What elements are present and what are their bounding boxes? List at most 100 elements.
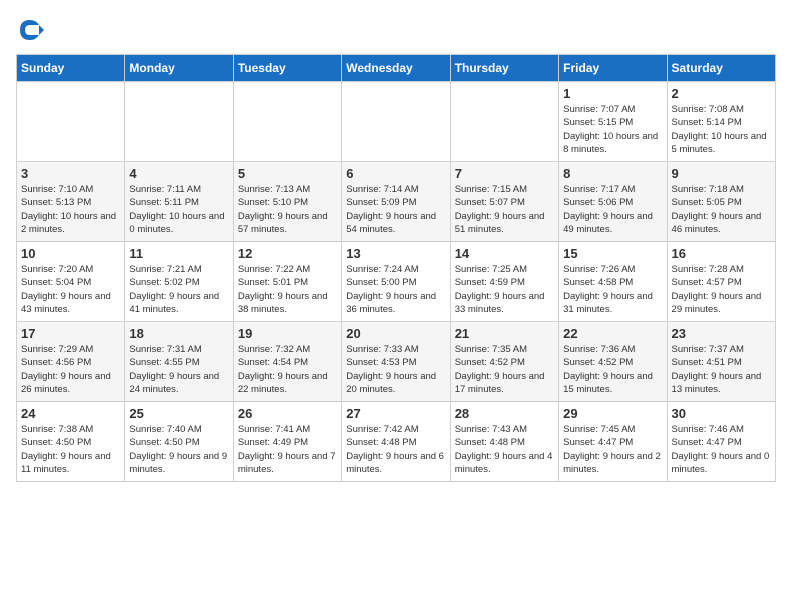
day-info: Sunrise: 7:15 AM Sunset: 5:07 PM Dayligh… [455,183,554,236]
day-number: 21 [455,326,554,341]
day-cell: 14 Sunrise: 7:25 AM Sunset: 4:59 PM Dayli… [450,242,558,322]
day-info: Sunrise: 7:11 AM Sunset: 5:11 PM Dayligh… [129,183,228,236]
day-cell: 12Sunrise: 7:22 AM Sunset: 5:01 PM Dayli… [233,242,341,322]
day-cell: 20 Sunrise: 7:33 AM Sunset: 4:53 PM Dayli… [342,322,450,402]
day-info: Sunrise: 7:08 AM Sunset: 5:14 PM Dayligh… [672,103,771,156]
day-number: 1 [563,86,662,101]
day-cell [125,82,233,162]
day-cell: 2 Sunrise: 7:08 AM Sunset: 5:14 PM Daylig… [667,82,775,162]
day-number: 3 [21,166,120,181]
day-number: 8 [563,166,662,181]
week-row-3: 10 Sunrise: 7:20 AM Sunset: 5:04 PM Dayli… [17,242,776,322]
day-info: Sunrise: 7:10 AM Sunset: 5:13 PM Dayligh… [21,183,120,236]
days-header-row: SundayMondayTuesdayWednesdayThursdayFrid… [17,55,776,82]
day-info: Sunrise: 7:32 AM Sunset: 4:54 PM Dayligh… [238,343,337,396]
day-cell: 25 Sunrise: 7:40 AM Sunset: 4:50 PM Dayli… [125,402,233,482]
day-cell: 27 Sunrise: 7:42 AM Sunset: 4:48 PM Dayli… [342,402,450,482]
day-cell [17,82,125,162]
day-cell [342,82,450,162]
day-info: Sunrise: 7:17 AM Sunset: 5:06 PM Dayligh… [563,183,662,236]
day-number: 26 [238,406,337,421]
day-cell: 9 Sunrise: 7:18 AM Sunset: 5:05 PM Daylig… [667,162,775,242]
day-info: Sunrise: 7:21 AM Sunset: 5:02 PM Dayligh… [129,263,228,316]
day-info: Sunrise: 7:31 AM Sunset: 4:55 PM Dayligh… [129,343,228,396]
day-info: Sunrise: 7:38 AM Sunset: 4:50 PM Dayligh… [21,423,120,476]
day-number: 19 [238,326,337,341]
day-cell: 30 Sunrise: 7:46 AM Sunset: 4:47 PM Dayli… [667,402,775,482]
day-number: 29 [563,406,662,421]
day-number: 24 [21,406,120,421]
day-number: 4 [129,166,228,181]
day-cell: 19 Sunrise: 7:32 AM Sunset: 4:54 PM Dayli… [233,322,341,402]
day-info: Sunrise: 7:40 AM Sunset: 4:50 PM Dayligh… [129,423,228,476]
day-header-monday: Monday [125,55,233,82]
day-cell: 11 Sunrise: 7:21 AM Sunset: 5:02 PM Dayli… [125,242,233,322]
day-cell: 29 Sunrise: 7:45 AM Sunset: 4:47 PM Dayli… [559,402,667,482]
day-number: 27 [346,406,445,421]
day-info: Sunrise: 7:13 AM Sunset: 5:10 PM Dayligh… [238,183,337,236]
day-cell: 16 Sunrise: 7:28 AM Sunset: 4:57 PM Dayli… [667,242,775,322]
day-cell: 26 Sunrise: 7:41 AM Sunset: 4:49 PM Dayli… [233,402,341,482]
day-info: Sunrise: 7:43 AM Sunset: 4:48 PM Dayligh… [455,423,554,476]
day-header-thursday: Thursday [450,55,558,82]
day-header-sunday: Sunday [17,55,125,82]
day-info: Sunrise: 7:24 AM Sunset: 5:00 PM Dayligh… [346,263,445,316]
day-info: Sunrise: 7:45 AM Sunset: 4:47 PM Dayligh… [563,423,662,476]
day-number: 22 [563,326,662,341]
page-header [16,16,776,44]
day-cell [450,82,558,162]
logo [16,16,46,44]
day-number: 28 [455,406,554,421]
day-cell: 22 Sunrise: 7:36 AM Sunset: 4:52 PM Dayli… [559,322,667,402]
week-row-5: 24 Sunrise: 7:38 AM Sunset: 4:50 PM Dayli… [17,402,776,482]
week-row-2: 3 Sunrise: 7:10 AM Sunset: 5:13 PM Daylig… [17,162,776,242]
day-info: Sunrise: 7:28 AM Sunset: 4:57 PM Dayligh… [672,263,771,316]
day-cell: 17 Sunrise: 7:29 AM Sunset: 4:56 PM Dayli… [17,322,125,402]
day-info: Sunrise: 7:14 AM Sunset: 5:09 PM Dayligh… [346,183,445,236]
day-cell: 3 Sunrise: 7:10 AM Sunset: 5:13 PM Daylig… [17,162,125,242]
day-info: Sunrise: 7:37 AM Sunset: 4:51 PM Dayligh… [672,343,771,396]
day-number: 10 [21,246,120,261]
day-number: 25 [129,406,228,421]
day-cell: 24 Sunrise: 7:38 AM Sunset: 4:50 PM Dayli… [17,402,125,482]
day-number: 14 [455,246,554,261]
day-number: 5 [238,166,337,181]
day-cell: 5 Sunrise: 7:13 AM Sunset: 5:10 PM Daylig… [233,162,341,242]
day-info: Sunrise: 7:33 AM Sunset: 4:53 PM Dayligh… [346,343,445,396]
logo-icon [16,16,44,44]
week-row-1: 1Sunrise: 7:07 AM Sunset: 5:15 PM Daylig… [17,82,776,162]
day-info: Sunrise: 7:42 AM Sunset: 4:48 PM Dayligh… [346,423,445,476]
day-info: Sunrise: 7:25 AM Sunset: 4:59 PM Dayligh… [455,263,554,316]
day-info: Sunrise: 7:46 AM Sunset: 4:47 PM Dayligh… [672,423,771,476]
day-header-wednesday: Wednesday [342,55,450,82]
day-number: 20 [346,326,445,341]
day-number: 17 [21,326,120,341]
day-info: Sunrise: 7:18 AM Sunset: 5:05 PM Dayligh… [672,183,771,236]
day-cell: 23 Sunrise: 7:37 AM Sunset: 4:51 PM Dayli… [667,322,775,402]
day-number: 15 [563,246,662,261]
day-number: 18 [129,326,228,341]
day-header-tuesday: Tuesday [233,55,341,82]
day-number: 23 [672,326,771,341]
day-info: Sunrise: 7:41 AM Sunset: 4:49 PM Dayligh… [238,423,337,476]
day-cell: 13 Sunrise: 7:24 AM Sunset: 5:00 PM Dayli… [342,242,450,322]
week-row-4: 17 Sunrise: 7:29 AM Sunset: 4:56 PM Dayli… [17,322,776,402]
day-number: 6 [346,166,445,181]
day-number: 30 [672,406,771,421]
day-cell: 21 Sunrise: 7:35 AM Sunset: 4:52 PM Dayli… [450,322,558,402]
day-info: Sunrise: 7:29 AM Sunset: 4:56 PM Dayligh… [21,343,120,396]
day-info: Sunrise: 7:20 AM Sunset: 5:04 PM Dayligh… [21,263,120,316]
day-info: Sunrise: 7:22 AM Sunset: 5:01 PM Dayligh… [238,263,337,316]
day-number: 2 [672,86,771,101]
day-info: Sunrise: 7:36 AM Sunset: 4:52 PM Dayligh… [563,343,662,396]
day-number: 9 [672,166,771,181]
day-cell: 8 Sunrise: 7:17 AM Sunset: 5:06 PM Daylig… [559,162,667,242]
day-info: Sunrise: 7:35 AM Sunset: 4:52 PM Dayligh… [455,343,554,396]
day-number: 16 [672,246,771,261]
calendar-table: SundayMondayTuesdayWednesdayThursdayFrid… [16,54,776,482]
day-cell: 4 Sunrise: 7:11 AM Sunset: 5:11 PM Daylig… [125,162,233,242]
day-number: 11 [129,246,228,261]
day-cell: 18 Sunrise: 7:31 AM Sunset: 4:55 PM Dayli… [125,322,233,402]
day-number: 13 [346,246,445,261]
day-cell: 28 Sunrise: 7:43 AM Sunset: 4:48 PM Dayli… [450,402,558,482]
